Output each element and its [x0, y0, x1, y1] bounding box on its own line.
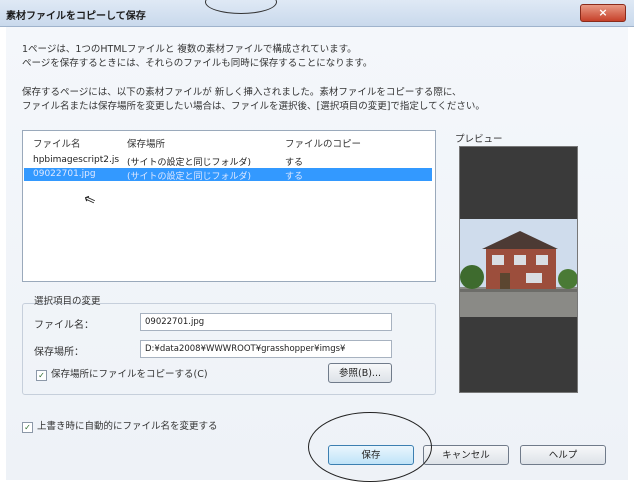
description-line-2: ページを保存するときには、それらのファイルも同時に保存することになります。: [22, 58, 373, 69]
file-location: (サイトの設定と同じフォルダ): [127, 172, 252, 182]
window-title: 素材ファイルをコピーして保存: [6, 11, 146, 22]
help-button[interactable]: ヘルプ: [520, 445, 606, 465]
column-header-location[interactable]: 保存場所: [127, 136, 165, 150]
auto-rename-label: 上書き時に自動的にファイル名を変更する: [37, 421, 218, 432]
change-selection-title: 選択項目の変更: [34, 296, 101, 307]
preview-label: プレビュー: [455, 134, 503, 145]
file-copy: する: [285, 158, 304, 168]
file-list-header: ファイル名 保存場所 ファイルのコピー: [23, 131, 435, 150]
auto-rename-checkbox[interactable]: ✓ 上書き時に自動的にファイル名を変更する: [22, 418, 218, 433]
location-label: 保存場所：: [34, 347, 84, 358]
file-copy: する: [285, 172, 304, 182]
file-name: hpbimagescript2.js: [33, 155, 120, 165]
column-header-copy[interactable]: ファイルのコピー: [285, 136, 361, 150]
description-line-1: 1ページは、1つのHTMLファイルと 複数の素材ファイルで構成されています。: [22, 44, 357, 55]
close-button[interactable]: ×: [580, 4, 626, 22]
preview-image: [460, 219, 577, 317]
file-row[interactable]: hpbimagescript2.js (サイトの設定と同じフォルダ) する: [24, 154, 432, 168]
file-location: (サイトの設定と同じフォルダ): [127, 158, 252, 168]
copy-to-location-checkbox[interactable]: ✓ 保存場所にファイルをコピーする(C): [36, 366, 208, 381]
file-list[interactable]: ファイル名 保存場所 ファイルのコピー hpbimagescript2.js (…: [22, 130, 436, 282]
description-line-3: 保存するページには、以下の素材ファイルが 新しく挿入されました。素材ファイルをコ…: [22, 87, 462, 98]
cancel-button[interactable]: キャンセル: [423, 445, 509, 465]
preview-pane: [459, 146, 578, 393]
annotation-ellipse: [308, 412, 432, 482]
column-header-filename[interactable]: ファイル名: [33, 136, 81, 150]
browse-button[interactable]: 参照(B)...: [328, 363, 392, 383]
checkbox-checked-icon: ✓: [22, 422, 33, 433]
file-row-selected[interactable]: 09022701.jpg (サイトの設定と同じフォルダ) する: [24, 168, 432, 182]
filename-label: ファイル名：: [34, 320, 94, 331]
checkbox-checked-icon: ✓: [36, 370, 47, 381]
copy-to-location-label: 保存場所にファイルをコピーする(C): [51, 369, 208, 380]
filename-field[interactable]: 09022701.jpg: [140, 313, 392, 331]
title-bar: 素材ファイルをコピーして保存 ×: [0, 0, 634, 27]
file-name: 09022701.jpg: [33, 169, 96, 179]
description-line-4: ファイル名または保存場所を変更したい場合は、ファイルを選択後、[選択項目の変更]…: [22, 101, 485, 112]
location-field[interactable]: D:¥data2008¥WWWROOT¥grasshopper¥imgs¥: [140, 340, 392, 358]
